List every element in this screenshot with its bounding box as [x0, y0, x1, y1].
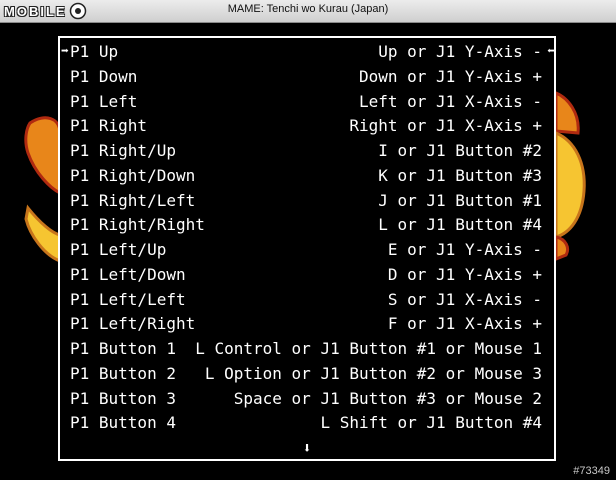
menu-row[interactable]: P1 Left/Left S or J1 X-Axis - — [70, 288, 542, 312]
menu-row[interactable]: P1 Left/Down D or J1 Y-Axis + — [70, 263, 542, 287]
input-binding: L Shift or J1 Button #4 — [320, 413, 542, 433]
input-binding: L Option or J1 Button #2 or Mouse 3 — [204, 363, 542, 383]
selection-arrow-right-icon: ➡ — [61, 44, 69, 59]
menu-row[interactable]: P1 Right/Right L or J1 Button #4 — [70, 213, 542, 237]
menu-row[interactable]: P1 Button 1 L Control or J1 Button #1 or … — [70, 337, 542, 361]
input-binding: E or J1 Y-Axis - — [387, 240, 542, 259]
menu-row[interactable]: P1 Button 2 L Option or J1 Button #2 or M… — [70, 362, 542, 386]
input-name: P1 Right/Down — [70, 165, 196, 185]
art-left-lower — [24, 204, 62, 264]
input-name: P1 Left — [70, 91, 138, 111]
window-title-bar: MOBILE MAME: Tenchi wo Kurau (Japan) — [0, 0, 616, 23]
art-right-lower — [554, 235, 570, 262]
input-name: P1 Right/Up — [70, 141, 176, 160]
input-name: P1 Down — [70, 66, 138, 86]
input-name: P1 Left/Down — [70, 264, 186, 284]
selection-arrow-left-icon: ⬅ — [547, 44, 555, 59]
input-name: P1 Button 4 — [70, 413, 176, 433]
input-binding: L Control or J1 Button #1 or Mouse 1 — [195, 339, 542, 358]
input-binding: I or J1 Button #2 — [378, 141, 542, 160]
scroll-down-icon[interactable]: ⬇ — [60, 439, 554, 457]
input-name: P1 Button 1 — [70, 339, 176, 358]
input-binding: Up or J1 Y-Axis - — [378, 42, 542, 61]
input-name: P1 Left/Right — [70, 314, 196, 334]
menu-row[interactable]: P1 Right/Up I or J1 Button #2 — [70, 139, 542, 163]
input-binding: D or J1 Y-Axis + — [387, 264, 542, 284]
game-screen: P1 Up Up or J1 Y-Axis - ➡ ⬅ P1 Down Down or J… — [0, 23, 616, 480]
menu-row[interactable]: P1 Button 3 Space or J1 Button #3 or Mous… — [70, 387, 542, 411]
input-name: P1 Up — [70, 42, 119, 61]
menu-row[interactable]: P1 Left/Right F or J1 X-Axis + — [70, 312, 542, 336]
input-name: P1 Left/Left — [70, 289, 186, 309]
input-name: P1 Right/Right — [70, 215, 205, 235]
art-right-upper — [554, 90, 580, 135]
menu-row[interactable]: P1 Up Up or J1 Y-Axis - ➡ ⬅ — [61, 40, 555, 64]
input-binding: J or J1 Button #1 — [378, 190, 542, 210]
menu-row[interactable]: P1 Left/Up E or J1 Y-Axis - — [70, 238, 542, 262]
input-binding: Down or J1 Y-Axis + — [358, 66, 542, 86]
input-binding: F or J1 X-Axis + — [387, 314, 542, 334]
menu-row[interactable]: P1 Button 4 L Shift or J1 Button #4 — [70, 411, 542, 435]
art-right-swirl — [554, 130, 586, 239]
window-title: MAME: Tenchi wo Kurau (Japan) — [227, 3, 389, 15]
input-name: P1 Button 2 — [70, 363, 176, 383]
input-name: P1 Left/Up — [70, 240, 167, 259]
menu-row[interactable]: P1 Down Down or J1 Y-Axis + — [70, 65, 542, 89]
menu-row[interactable]: P1 Right/Left J or J1 Button #1 — [70, 189, 542, 213]
input-binding: S or J1 X-Axis - — [387, 289, 542, 309]
input-binding: K or J1 Button #3 — [378, 165, 542, 185]
input-name: P1 Right/Left — [70, 190, 196, 210]
input-binding: Right or J1 X-Axis + — [349, 116, 542, 136]
menu-row[interactable]: P1 Right/Down K or J1 Button #3 — [70, 164, 542, 188]
menu-row[interactable]: P1 Right Right or J1 X-Axis + — [70, 114, 542, 138]
art-left-swirl — [24, 116, 62, 196]
input-config-menu: P1 Up Up or J1 Y-Axis - ➡ ⬅ P1 Down Down or J… — [58, 36, 556, 461]
input-binding: Space or J1 Button #3 or Mouse 2 — [233, 388, 542, 408]
watermark: #73349 — [573, 465, 610, 477]
input-binding: L or J1 Button #4 — [378, 215, 542, 235]
input-binding: Left or J1 X-Axis - — [358, 91, 542, 111]
input-name: P1 Right — [70, 116, 148, 136]
menu-row[interactable]: P1 Left Left or J1 X-Axis - — [70, 90, 542, 114]
input-name: P1 Button 3 — [70, 388, 176, 408]
